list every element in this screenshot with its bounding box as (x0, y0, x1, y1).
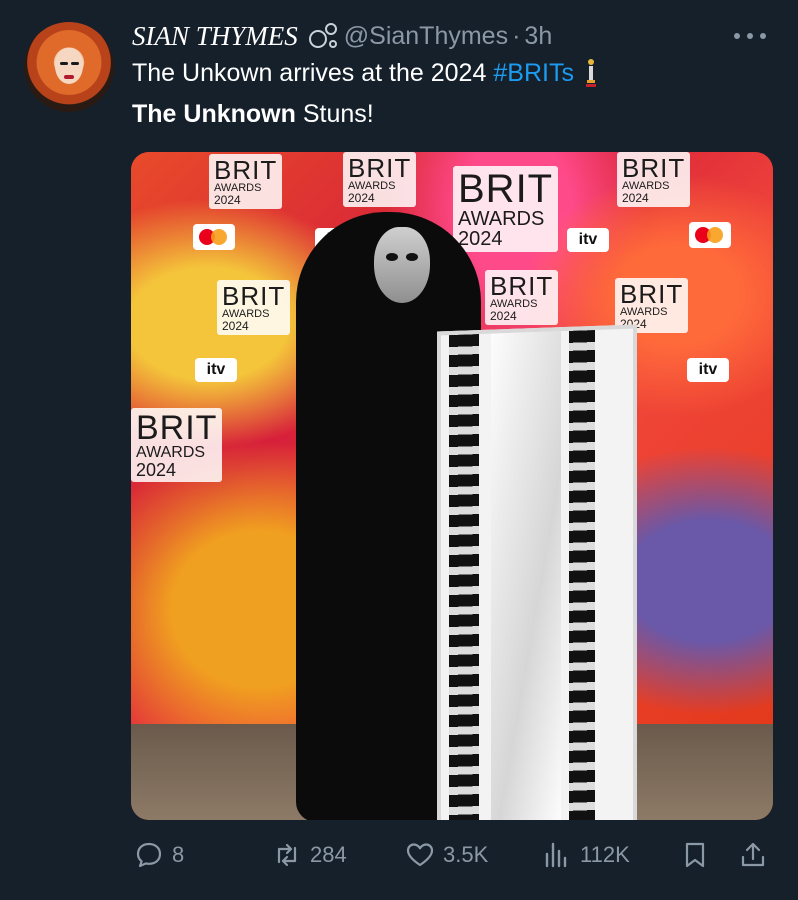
avatar-eye (71, 62, 79, 65)
like-button[interactable]: 3.5K (405, 840, 488, 870)
avatar-lips (64, 75, 74, 79)
brit-logo: BRITAWARDS2024 (343, 152, 417, 207)
brit-logo: BRITAWARDS2024 (485, 270, 559, 325)
avatar[interactable] (24, 22, 114, 112)
like-count: 3.5K (443, 842, 489, 867)
tweet[interactable]: SIAN THYMES @SianThymes · 3h The Unkown … (0, 0, 798, 900)
brit-logo: BRITAWARDS2024 (217, 280, 291, 335)
tweet-photo[interactable]: BRIT AWARDS 2024 BRIT AWARDS 2024 BRIT AWARDS… (131, 152, 773, 820)
tweet-text: Stuns! (295, 100, 374, 128)
like-icon (406, 843, 434, 867)
silver-mask (374, 227, 430, 303)
more-icon[interactable] (734, 26, 766, 46)
tweet-text: The Unkown arrives at the 2024 (132, 58, 487, 87)
share-icon (741, 842, 765, 867)
mastercard-logo (689, 222, 731, 248)
mastercard-logo (193, 224, 235, 250)
bookmark-icon (685, 842, 705, 868)
brit-logo: BRITAWARDS2024 (453, 166, 559, 252)
bookmark-button[interactable] (680, 840, 718, 870)
brit-logo: BRITAWARDS2024 (617, 152, 691, 207)
repost-button[interactable]: 284 (272, 840, 347, 870)
artwork-stripe (569, 329, 595, 820)
reply-count: 8 (172, 842, 185, 867)
views-button[interactable]: 112K (542, 840, 630, 870)
artwork-stripe (449, 334, 479, 820)
held-artwork (437, 324, 637, 820)
tweet-text-bold: The Unknown (132, 100, 296, 128)
action-bar: 8 284 3.5K 112K (0, 828, 798, 884)
itv-logo: itv (567, 228, 609, 252)
trophy-icon (585, 59, 596, 87)
hashtag-link[interactable]: #BRITs (493, 59, 574, 88)
tweet-text-line1: The Unkown arrives at the 2024 #BRITs (132, 58, 598, 88)
brit-logo: BRITAWARDS2024 (209, 154, 283, 209)
views-count: 112K (580, 842, 630, 867)
share-button[interactable] (738, 840, 776, 870)
repost-count: 284 (310, 842, 347, 867)
bubbles-icon (308, 23, 337, 48)
artwork-brushstroke (491, 331, 561, 820)
reply-button[interactable]: 8 (134, 840, 184, 870)
timestamp[interactable]: 3h (524, 22, 552, 51)
itv-logo: itv (195, 358, 237, 382)
repost-icon (277, 843, 297, 867)
display-name[interactable]: SIAN THYMES (132, 21, 298, 52)
itv-logo: itv (687, 358, 729, 382)
tweet-text-line2: The Unknown Stuns! (132, 100, 374, 129)
brit-logo: BRITAWARDS2024 (131, 408, 223, 482)
views-icon (545, 842, 567, 868)
handle[interactable]: @SianThymes (344, 22, 508, 51)
reply-icon (136, 842, 162, 868)
avatar-eye (60, 62, 68, 65)
tweet-header: SIAN THYMES @SianThymes · 3h (132, 18, 552, 54)
separator-dot: · (512, 21, 521, 50)
